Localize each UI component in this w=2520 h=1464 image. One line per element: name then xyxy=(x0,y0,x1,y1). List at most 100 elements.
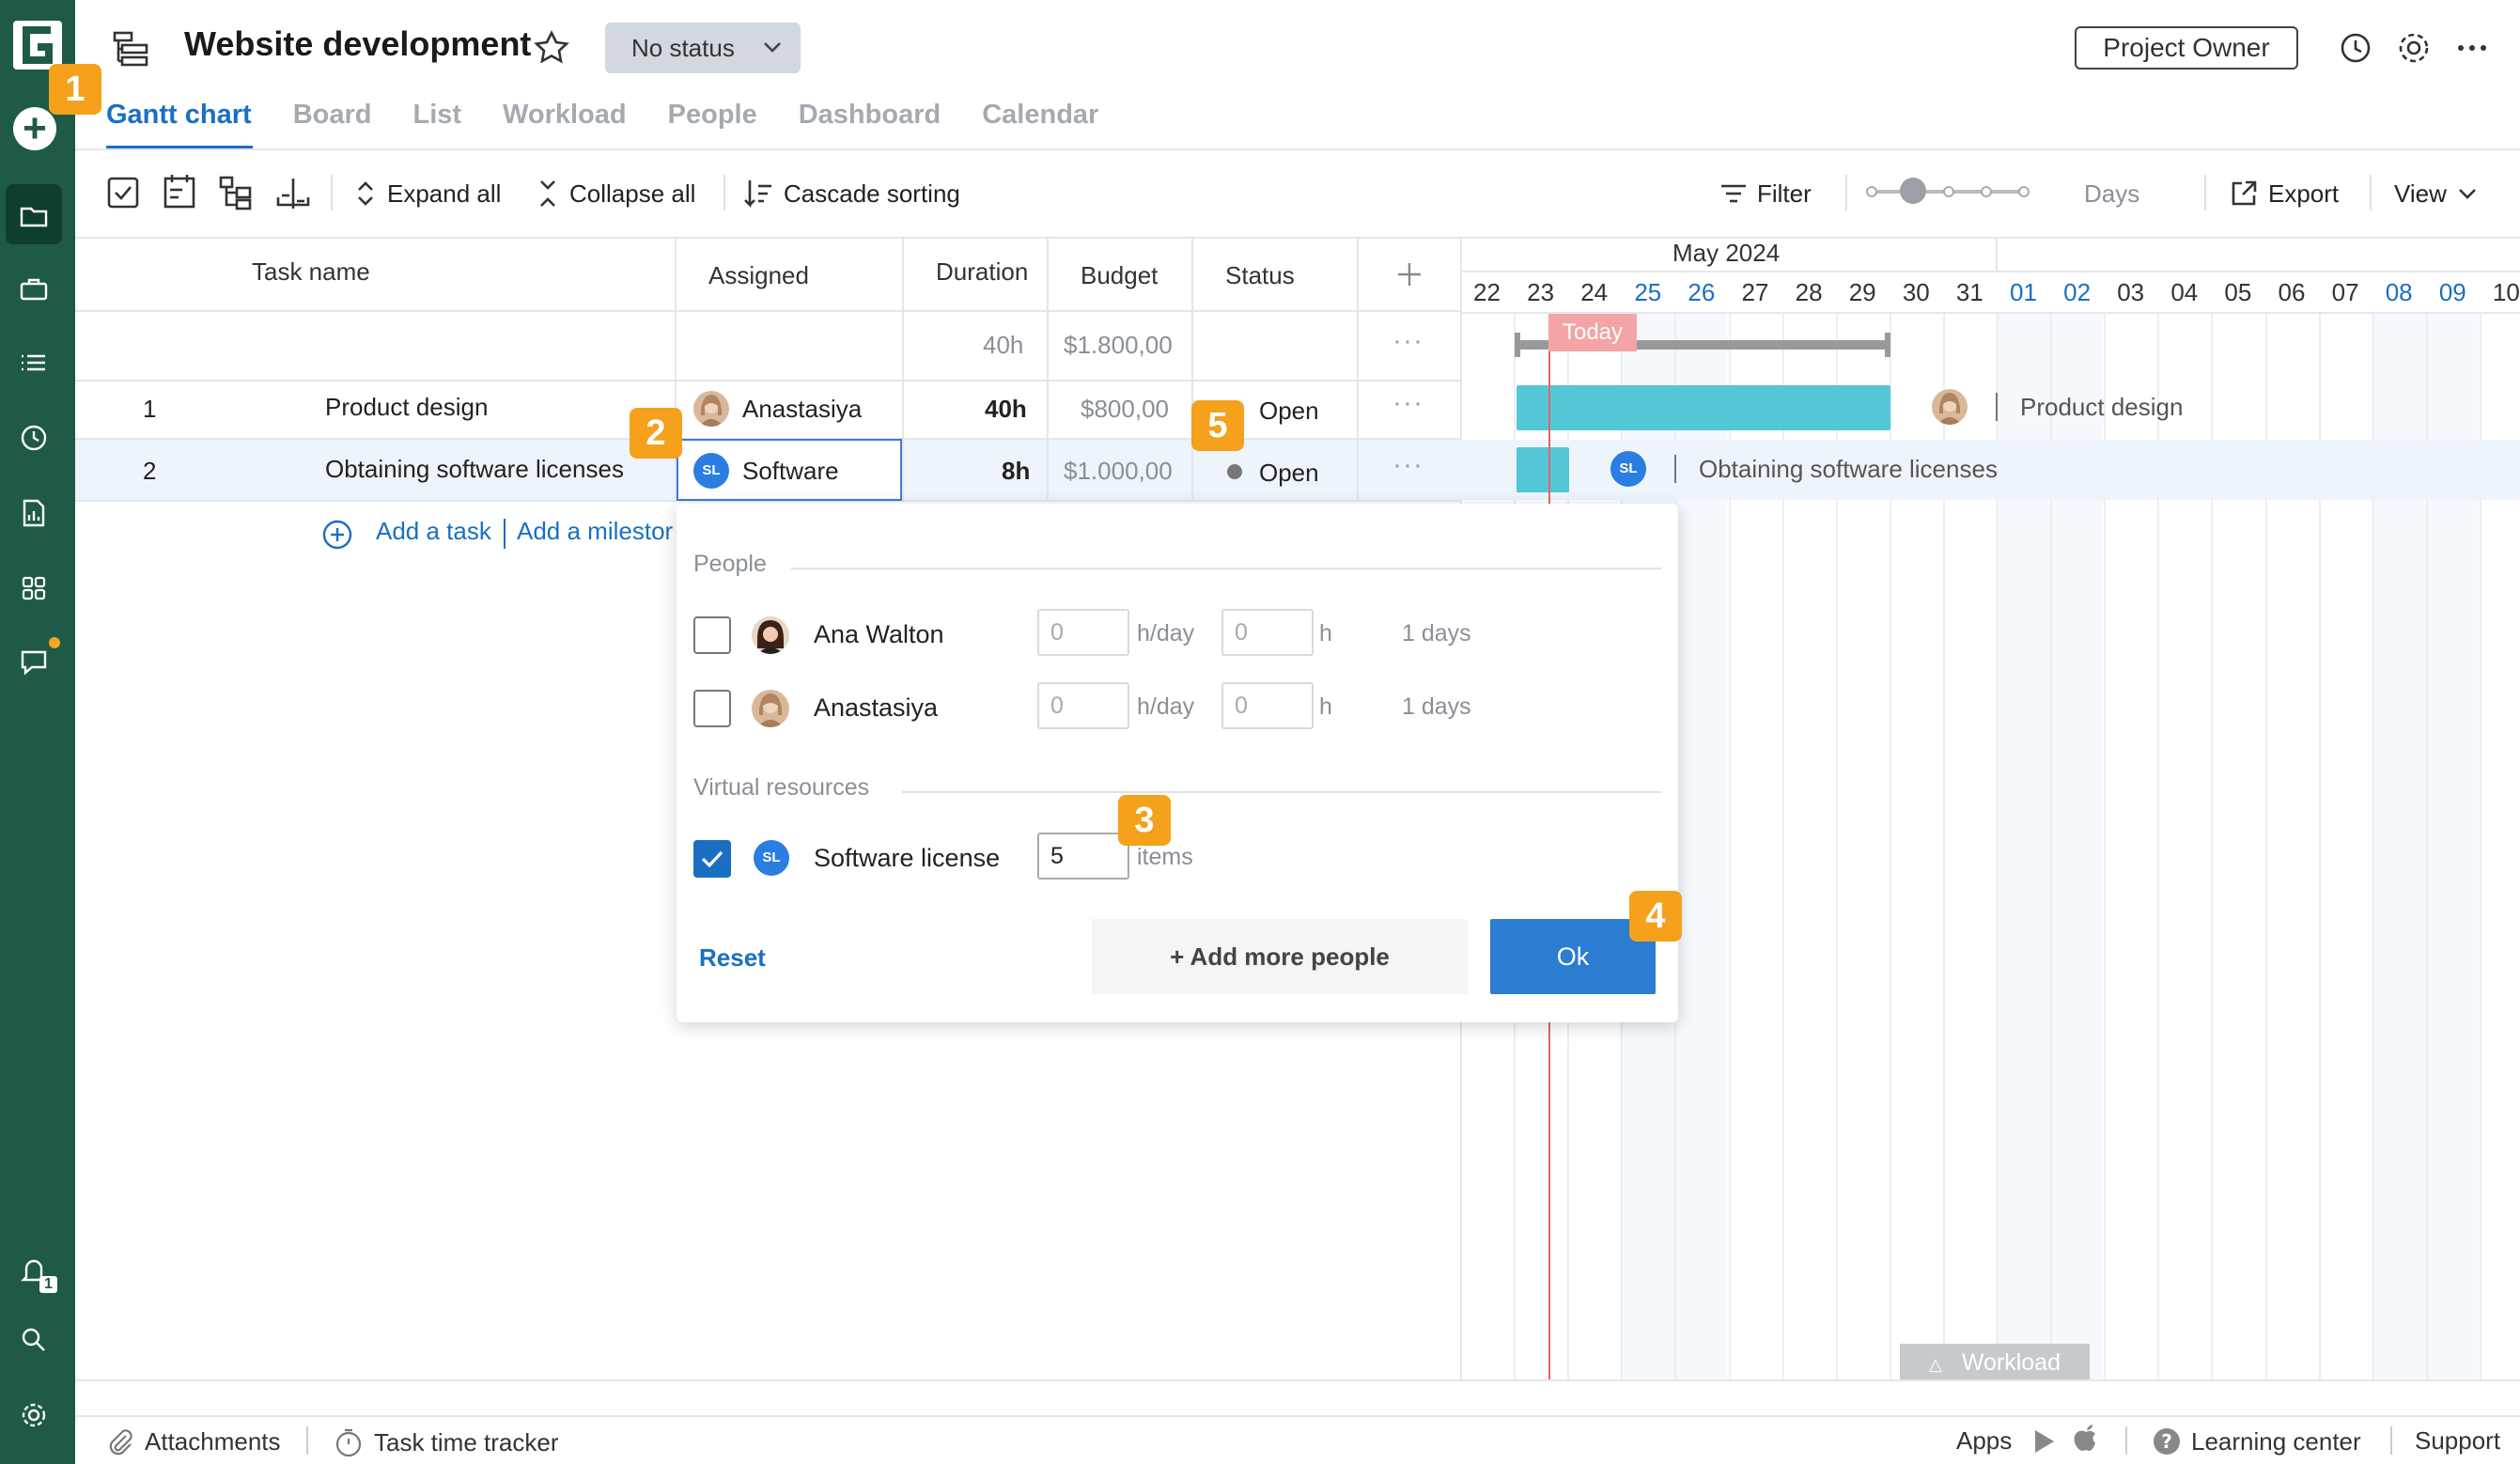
tab-people[interactable]: People xyxy=(668,100,757,147)
days-count: 1 days xyxy=(1402,620,1471,646)
total-hours-input[interactable]: 0 xyxy=(1221,609,1314,656)
stopwatch-icon xyxy=(335,1428,362,1457)
column-header-status[interactable]: Status xyxy=(1225,261,1295,290)
task-status[interactable]: Open xyxy=(1259,397,1319,426)
gantt-bar-obtaining-software-licenses[interactable] xyxy=(1517,447,1569,492)
zoom-slider-handle[interactable] xyxy=(1900,178,1926,204)
apple-icon[interactable] xyxy=(2071,1423,2101,1456)
person-checkbox-anastasiya[interactable] xyxy=(693,690,731,727)
task-row-menu-icon[interactable]: ··· xyxy=(1392,449,1423,481)
export-button[interactable]: Export xyxy=(2229,175,2339,212)
hours-per-day-input[interactable]: 0 xyxy=(1037,609,1129,656)
hours-per-day-input[interactable]: 0 xyxy=(1037,682,1129,729)
task-row-number: 1 xyxy=(143,395,157,423)
task-time-tracker-button[interactable]: Task time tracker xyxy=(333,1426,559,1458)
apps-label: Apps xyxy=(1956,1426,2013,1455)
portfolio-briefcase-icon[interactable] xyxy=(17,273,51,306)
project-owner-button[interactable]: Project Owner xyxy=(2075,26,2298,70)
task-duration[interactable]: 40h xyxy=(985,395,1027,424)
virtual-resource-checkbox-software-license[interactable] xyxy=(693,840,731,878)
more-options-icon[interactable] xyxy=(2452,28,2492,68)
task-name-product-design[interactable]: Product design xyxy=(325,393,488,422)
add-milestone-link[interactable]: Add a milestor xyxy=(517,517,675,546)
callout-badge-5: 5 xyxy=(1191,400,1244,451)
summary-duration: 40h xyxy=(983,331,1024,359)
create-plus-icon[interactable]: + xyxy=(13,107,56,150)
column-header-budget[interactable]: Budget xyxy=(1081,261,1158,290)
attachments-label: Attachments xyxy=(145,1426,281,1456)
gantt-month-label: May 2024 xyxy=(1672,239,1781,267)
gantt-bar-label: Product design xyxy=(2020,393,2184,421)
calendar-task-icon[interactable] xyxy=(162,173,197,210)
task-name-obtaining-software-licenses[interactable]: Obtaining software licenses xyxy=(325,455,624,484)
apps-grid-icon[interactable] xyxy=(17,571,51,605)
tab-calendar[interactable]: Calendar xyxy=(982,100,1098,147)
section-rule xyxy=(791,568,1661,569)
project-status-value: No status xyxy=(631,34,735,62)
tab-board[interactable]: Board xyxy=(293,100,372,147)
summary-row-menu-icon[interactable]: ··· xyxy=(1392,325,1423,357)
hierarchy-icon[interactable] xyxy=(218,175,254,210)
workload-tab-label: Workload xyxy=(1961,1349,2061,1376)
gantt-day-label: 03 xyxy=(2117,278,2145,306)
tab-list[interactable]: List xyxy=(412,100,461,147)
reports-icon[interactable] xyxy=(17,496,51,530)
search-icon[interactable] xyxy=(17,1323,51,1357)
select-checkbox-icon[interactable] xyxy=(105,175,141,210)
add-more-people-button[interactable]: + Add more people xyxy=(1092,919,1468,994)
google-play-icon[interactable] xyxy=(2030,1426,2058,1456)
virtual-resource-quantity-input[interactable]: 5 xyxy=(1037,833,1129,880)
workload-panel-toggle[interactable]: △ Workload xyxy=(1900,1344,2090,1381)
gantt-label-separator xyxy=(1674,455,1676,483)
task-status[interactable]: Open xyxy=(1259,459,1319,488)
task-budget[interactable]: $1.000,00 xyxy=(1064,457,1173,486)
task-assignee[interactable]: Software xyxy=(742,457,839,486)
column-header-duration[interactable]: Duration xyxy=(936,257,1028,287)
cascade-sorting-button[interactable]: Cascade sorting xyxy=(742,175,960,212)
expand-all-button[interactable]: Expand all xyxy=(353,175,501,212)
tab-gantt-chart[interactable]: Gantt chart xyxy=(106,100,252,147)
summary-bar-cap xyxy=(1885,333,1890,357)
zoom-slider-step[interactable] xyxy=(2018,186,2030,197)
critical-path-icon[interactable] xyxy=(274,175,312,212)
settings-gear-icon[interactable] xyxy=(17,1398,51,1432)
column-header-task-name[interactable]: Task name xyxy=(252,257,370,287)
support-link[interactable]: Support xyxy=(2415,1426,2500,1456)
list-icon[interactable] xyxy=(17,346,51,380)
add-column-plus-icon[interactable] xyxy=(1394,259,1424,289)
project-settings-gear-icon[interactable] xyxy=(2394,28,2434,68)
view-dropdown[interactable]: View xyxy=(2394,175,2479,212)
projects-folder-icon[interactable] xyxy=(17,199,51,233)
zoom-slider-step[interactable] xyxy=(1981,186,1992,197)
person-checkbox-ana-walton[interactable] xyxy=(693,616,731,654)
clock-icon[interactable] xyxy=(17,421,51,455)
tab-dashboard[interactable]: Dashboard xyxy=(799,100,941,147)
tab-workload[interactable]: Workload xyxy=(503,100,627,147)
row-divider xyxy=(75,380,1460,382)
learning-center-button[interactable]: ? Learning center xyxy=(2152,1426,2361,1456)
project-status-dropdown[interactable]: No status xyxy=(605,23,801,73)
gantt-bar-product-design[interactable] xyxy=(1517,385,1890,430)
zoom-slider-step[interactable] xyxy=(1866,186,1877,197)
attachments-button[interactable]: Attachments xyxy=(105,1426,281,1456)
task-assignee[interactable]: Anastasiya xyxy=(742,395,862,424)
chat-icon[interactable] xyxy=(17,645,51,678)
favorite-star-icon[interactable] xyxy=(532,28,571,68)
collapse-all-button[interactable]: Collapse all xyxy=(536,175,695,212)
history-icon[interactable] xyxy=(2336,28,2375,68)
task-budget[interactable]: $800,00 xyxy=(1081,395,1169,424)
zoom-slider-step[interactable] xyxy=(1943,186,1954,197)
add-task-plus-icon[interactable] xyxy=(321,519,353,551)
filter-button[interactable]: Filter xyxy=(1719,175,1812,212)
reset-button[interactable]: Reset xyxy=(699,943,766,973)
gantt-day-label: 07 xyxy=(2331,278,2359,306)
chevron-down-icon xyxy=(761,23,784,90)
add-task-link[interactable]: Add a task xyxy=(376,517,491,546)
assign-resources-popup: People Ana Walton 0 h/day 0 h 1 days Ana… xyxy=(677,504,1678,1022)
gantt-day-label: 24 xyxy=(1580,278,1609,306)
total-hours-input[interactable]: 0 xyxy=(1221,682,1314,729)
summary-budget: $1.800,00 xyxy=(1064,331,1173,359)
column-header-assigned[interactable]: Assigned xyxy=(708,261,809,290)
task-duration[interactable]: 8h xyxy=(1002,457,1030,486)
task-row-menu-icon[interactable]: ··· xyxy=(1392,387,1423,419)
